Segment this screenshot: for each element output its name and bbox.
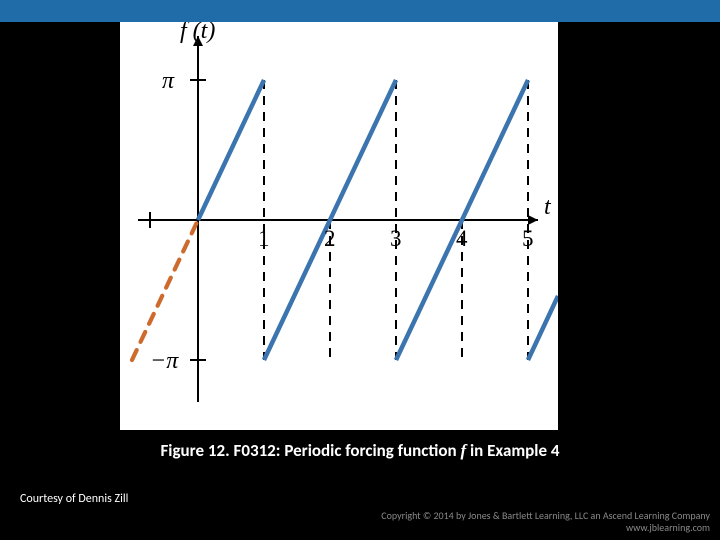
x-axis-arrow: [528, 215, 538, 225]
caption-suffix: in Example 4: [466, 440, 559, 461]
xtick-4: 4: [456, 226, 468, 251]
ytick-bottom-label: −π: [150, 348, 179, 374]
xtick-1: 1: [258, 226, 270, 251]
slide: f (t) t π −π 1 2 3 4 5 Figure 12. F0312:…: [0, 0, 720, 540]
top-bar: [0, 0, 720, 22]
plot-panel: f (t) t π −π 1 2 3 4 5: [120, 22, 558, 430]
copyright-block: Copyright © 2014 by Jones & Bartlett Lea…: [381, 510, 710, 534]
ytick-top-label: π: [162, 68, 175, 94]
xtick-3: 3: [390, 226, 402, 251]
seg-5-plus: [528, 296, 558, 360]
extension-dashed: [132, 220, 198, 360]
xtick-2: 2: [324, 226, 336, 251]
xtick-5: 5: [522, 226, 534, 251]
copyright-line-2: www.jblearning.com: [381, 522, 710, 534]
y-axis-label: f (t): [180, 22, 215, 44]
seg-0-1: [198, 80, 264, 220]
caption-prefix: Figure 12. F0312: Periodic forcing funct…: [161, 440, 461, 461]
courtesy-text: Courtesy of Dennis Zill: [20, 492, 128, 506]
figure-caption: Figure 12. F0312: Periodic forcing funct…: [0, 440, 720, 461]
x-axis-label: t: [544, 194, 552, 220]
plot-svg: f (t) t π −π 1 2 3 4 5: [120, 22, 558, 430]
